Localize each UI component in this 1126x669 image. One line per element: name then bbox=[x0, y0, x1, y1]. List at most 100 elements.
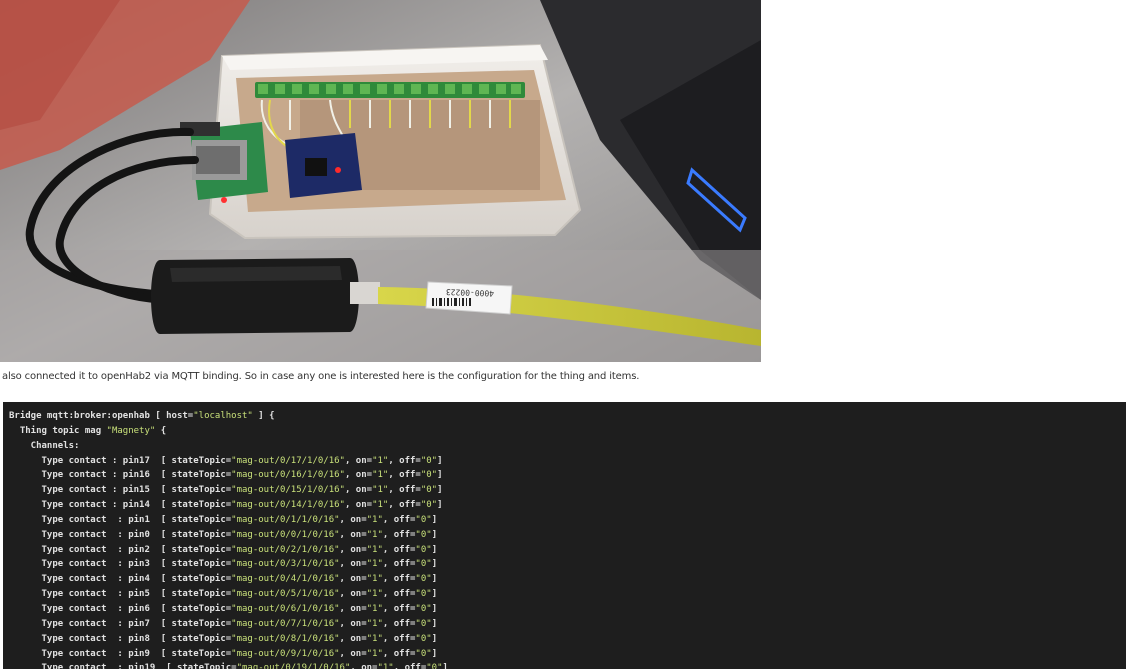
code-string: "localhost" bbox=[193, 411, 253, 421]
cable-label-text: 4000-00223 bbox=[446, 287, 495, 298]
code-string: "0" bbox=[415, 603, 432, 614]
device-photo: 4000-00223 bbox=[0, 0, 761, 362]
code-text: , on= bbox=[339, 603, 367, 614]
code-text: ] bbox=[437, 500, 443, 511]
code-line: Type contact : pin5 [ stateTopic="mag-ou… bbox=[9, 587, 1126, 602]
code-text: Type contact : pin3 [ stateTopic= bbox=[9, 559, 232, 570]
code-text: Type contact : pin15 [ stateTopic= bbox=[9, 485, 232, 496]
code-text: , on= bbox=[344, 500, 373, 511]
code-text: ] bbox=[431, 559, 438, 570]
code-string: "0" bbox=[415, 559, 432, 570]
device-photo-illustration: 4000-00223 bbox=[0, 0, 761, 362]
code-string: "1" bbox=[372, 500, 389, 511]
code-text: , off= bbox=[388, 470, 421, 481]
code-text: , on= bbox=[344, 470, 373, 481]
code-string: "1" bbox=[372, 455, 389, 466]
code-string: "mag-out/0/4/1/0/16" bbox=[231, 574, 340, 585]
code-text: ] bbox=[437, 485, 443, 496]
code-string: "0" bbox=[415, 589, 432, 600]
code-line: Type contact : pin14 [ stateTopic="mag-o… bbox=[9, 498, 1126, 513]
code-line: Type contact : pin0 [ stateTopic="mag-ou… bbox=[9, 528, 1126, 543]
code-line: Type contact : pin9 [ stateTopic="mag-ou… bbox=[9, 647, 1126, 662]
code-string: "mag-out/0/3/1/0/16" bbox=[231, 559, 340, 570]
code-string: "1" bbox=[366, 589, 383, 600]
code-line: Type contact : pin8 [ stateTopic="mag-ou… bbox=[9, 632, 1126, 647]
code-text: , on= bbox=[344, 455, 373, 466]
code-string: "mag-out/0/16/1/0/16" bbox=[231, 470, 345, 481]
code-text: , off= bbox=[382, 574, 416, 585]
description-paragraph: also connected it to openHab2 via MQTT b… bbox=[2, 371, 640, 382]
code-string: "1" bbox=[366, 514, 383, 525]
code-string: "0" bbox=[420, 485, 438, 496]
code-string: "0" bbox=[415, 544, 432, 555]
code-block: Bridge mqtt:broker:openhab [ host="local… bbox=[3, 402, 1126, 669]
code-string: "0" bbox=[415, 618, 432, 629]
code-line: Type contact : pin7 [ stateTopic="mag-ou… bbox=[9, 617, 1126, 632]
code-text: , off= bbox=[382, 514, 416, 525]
code-text: , on= bbox=[339, 544, 367, 555]
code-text: , off= bbox=[382, 648, 416, 659]
code-string: "1" bbox=[366, 618, 383, 629]
code-text: ] bbox=[442, 663, 448, 669]
code-string: "0" bbox=[420, 455, 438, 466]
code-line: Bridge mqtt:broker:openhab [ host="local… bbox=[9, 409, 1126, 424]
code-text: { bbox=[155, 425, 167, 436]
code-text: Type contact : pin4 [ stateTopic= bbox=[9, 574, 232, 585]
code-string: "1" bbox=[366, 574, 383, 585]
code-text: , on= bbox=[339, 589, 367, 600]
code-string: "0" bbox=[415, 529, 432, 540]
code-text: , off= bbox=[382, 618, 416, 629]
code-text: Type contact : pin2 [ stateTopic= bbox=[9, 544, 232, 555]
code-text: , off= bbox=[388, 455, 421, 466]
code-text: Type contact : pin9 [ stateTopic= bbox=[9, 648, 232, 659]
code-text: , off= bbox=[382, 559, 416, 570]
code-text: Type contact : pin8 [ stateTopic= bbox=[9, 633, 232, 644]
code-string: "Magnety" bbox=[106, 425, 156, 436]
code-text: , on= bbox=[339, 529, 367, 540]
code-text: ] { bbox=[252, 411, 275, 421]
code-text: ] bbox=[431, 514, 438, 525]
code-text: , on= bbox=[339, 574, 367, 585]
code-string: "1" bbox=[366, 559, 383, 570]
code-string: "0" bbox=[420, 500, 438, 511]
code-string: "mag-out/0/9/1/0/16" bbox=[231, 648, 340, 659]
code-text: , on= bbox=[344, 485, 373, 496]
code-text: ] bbox=[431, 544, 438, 555]
code-text: , off= bbox=[382, 589, 416, 600]
code-text: , off= bbox=[382, 544, 416, 555]
code-text: ] bbox=[437, 470, 443, 481]
code-text: Type contact : pin14 [ stateTopic= bbox=[9, 500, 232, 511]
code-string: "1" bbox=[366, 648, 383, 659]
code-text: Type contact : pin6 [ stateTopic= bbox=[9, 603, 232, 614]
code-text: ] bbox=[431, 589, 438, 600]
code-text: Type contact : pin19 [ stateTopic= bbox=[9, 663, 237, 669]
code-content: Bridge mqtt:broker:openhab [ host="local… bbox=[3, 402, 1126, 669]
code-text: Channels: bbox=[9, 440, 80, 451]
code-text: Thing topic mag bbox=[9, 425, 107, 436]
code-string: "1" bbox=[366, 544, 383, 555]
code-text: Type contact : pin5 [ stateTopic= bbox=[9, 589, 232, 600]
code-text: Type contact : pin7 [ stateTopic= bbox=[9, 618, 232, 629]
code-line: Type contact : pin2 [ stateTopic="mag-ou… bbox=[9, 543, 1126, 558]
code-text: Type contact : pin16 [ stateTopic= bbox=[9, 470, 232, 481]
code-string: "mag-out/0/5/1/0/16" bbox=[231, 589, 340, 600]
code-text: , off= bbox=[388, 485, 421, 496]
code-string: "1" bbox=[366, 633, 383, 644]
code-string: "mag-out/0/1/1/0/16" bbox=[231, 514, 340, 525]
code-text: Bridge mqtt:broker:openhab [ host= bbox=[9, 411, 194, 421]
code-string: "0" bbox=[415, 514, 432, 525]
code-text: , on= bbox=[339, 648, 367, 659]
code-string: "1" bbox=[372, 485, 389, 496]
code-text: , off= bbox=[393, 663, 427, 669]
code-text: ] bbox=[431, 603, 438, 614]
code-text: , off= bbox=[382, 603, 416, 614]
code-string: "1" bbox=[372, 470, 389, 481]
code-string: "0" bbox=[426, 663, 443, 669]
code-text: , on= bbox=[339, 633, 367, 644]
code-line: Type contact : pin16 [ stateTopic="mag-o… bbox=[9, 468, 1126, 483]
code-string: "mag-out/0/8/1/0/16" bbox=[231, 633, 340, 644]
code-line: Type contact : pin4 [ stateTopic="mag-ou… bbox=[9, 572, 1126, 587]
code-line: Type contact : pin3 [ stateTopic="mag-ou… bbox=[9, 557, 1126, 572]
code-line: Type contact : pin1 [ stateTopic="mag-ou… bbox=[9, 513, 1126, 528]
code-text: Type contact : pin17 [ stateTopic= bbox=[9, 455, 232, 466]
